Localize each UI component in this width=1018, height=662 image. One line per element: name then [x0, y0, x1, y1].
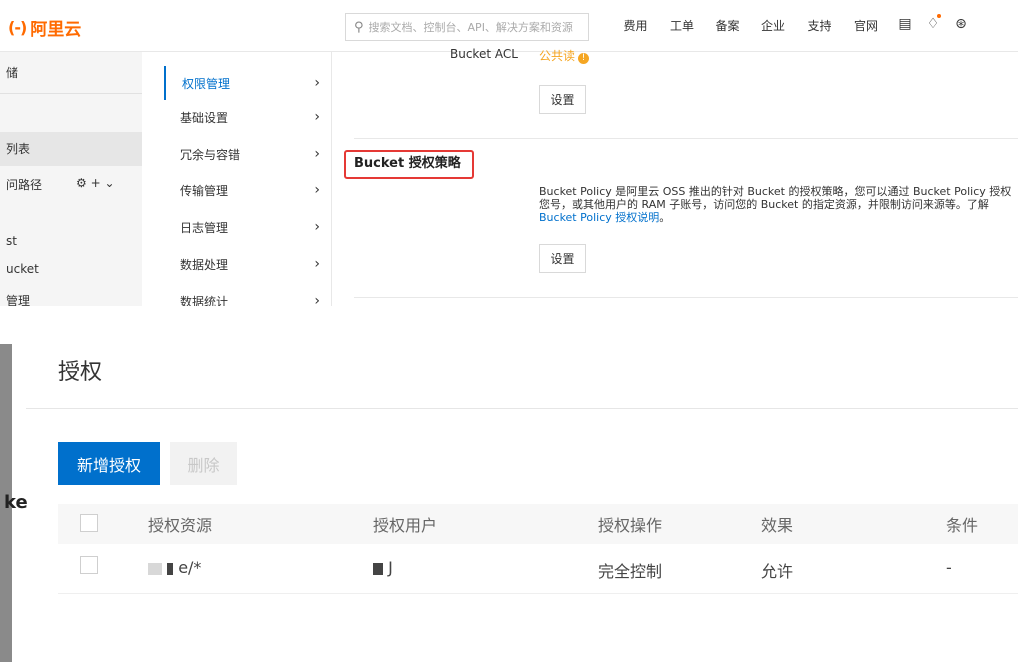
menu-item-label: 基础设置	[180, 110, 229, 125]
column-condition: 条件	[946, 516, 979, 535]
sidebar-item-bucket[interactable]: ucket	[0, 262, 142, 276]
sidebar-item-manage[interactable]: 管理	[0, 292, 142, 306]
row-action: 完全控制	[598, 562, 663, 581]
left-sidebar: 储 列表 问路径 ⚙ + ⌄ st ucket 管理	[0, 52, 142, 306]
top-icons: ▤ ♢ ⊛	[891, 14, 975, 32]
warning-icon: !	[578, 53, 590, 64]
chevron-right-icon: ›	[314, 293, 320, 306]
select-all-checkbox[interactable]	[80, 514, 98, 532]
column-user: 授权用户	[373, 516, 438, 535]
page-title: 授权	[58, 360, 103, 385]
table-header: 授权资源 授权用户 授权操作 效果 条件	[58, 504, 1018, 544]
logo-text: 阿里云	[30, 20, 82, 40]
redacted-block	[373, 562, 383, 575]
nav-icp[interactable]: 备案	[705, 17, 750, 34]
row-user: J	[373, 558, 393, 577]
policy-link-suffix: 。	[659, 211, 671, 224]
menu-item-permissions[interactable]: 权限管理 ›	[164, 66, 332, 100]
terminal-icon[interactable]: ▤	[891, 16, 919, 32]
row-effect: 允许	[761, 562, 794, 581]
acl-value: 公共读!	[539, 47, 590, 64]
policy-desc-text: Bucket Policy 是阿里云 OSS 推出的针对 Bucket 的授权策…	[539, 185, 1012, 211]
menu-item-label: 日志管理	[180, 220, 229, 235]
sidebar-path-actions: ⚙ + ⌄	[76, 176, 115, 190]
column-effect: 效果	[761, 516, 794, 535]
user-suffix: J	[388, 558, 393, 577]
bell-icon[interactable]: ♢	[919, 14, 947, 32]
bucket-settings-menu: 权限管理 › 基础设置 › 冗余与容错 › 传输管理 › 日志管理 › 数据处理 › 数据统…	[142, 52, 332, 306]
panel-gap	[0, 306, 1018, 324]
search-icon: ⚲	[354, 19, 364, 35]
delete-button: 删除	[170, 442, 237, 485]
acl-label: Bucket ACL	[450, 47, 518, 61]
menu-item-label: 冗余与容错	[180, 147, 241, 162]
search-input[interactable]: ⚲ 搜索文档、控制台、API、解决方案和资源	[345, 13, 589, 41]
nav-support[interactable]: 支持	[796, 17, 843, 34]
menu-item-label: 数据统计	[180, 294, 229, 307]
top-nav: 费用 工单 备案 企业 支持 官网	[612, 17, 889, 34]
sidebar-item-list[interactable]: 列表	[0, 132, 142, 166]
chevron-right-icon: ›	[314, 182, 320, 198]
nav-fees[interactable]: 费用	[612, 17, 659, 34]
menu-item-label: 权限管理	[182, 76, 231, 91]
chevron-right-icon: ›	[314, 109, 320, 125]
chevron-right-icon: ›	[314, 75, 320, 91]
resource-suffix: e/*	[178, 558, 202, 577]
bucket-policy-description: Bucket Policy 是阿里云 OSS 推出的针对 Bucket 的授权策…	[539, 185, 1018, 224]
acl-set-button[interactable]: 设置	[539, 85, 586, 114]
table-row: e/* J 完全控制 允许 -	[58, 546, 1018, 594]
row-resource: e/*	[148, 558, 201, 577]
redacted-block	[148, 562, 162, 575]
menu-item-label: 数据处理	[180, 257, 229, 272]
cart-icon[interactable]: ⊛	[947, 16, 975, 32]
divider	[354, 297, 1018, 298]
sidebar-item-path[interactable]: 问路径 ⚙ + ⌄	[0, 176, 142, 193]
column-action: 授权操作	[598, 516, 663, 535]
divider	[26, 408, 1018, 409]
nav-ticket[interactable]: 工单	[659, 17, 705, 34]
permissions-content: Bucket ACL 公共读! 设置 Bucket 授权策略 Bucket Po…	[332, 47, 1018, 306]
background-text: ke	[4, 492, 28, 513]
divider	[354, 138, 1018, 139]
policy-set-button[interactable]: 设置	[539, 244, 586, 273]
authorization-panel: ke 授权 新增授权 删除 授权资源 授权用户 授权操作 效果 条件 e/* J…	[0, 324, 1018, 662]
nav-website[interactable]: 官网	[843, 17, 889, 34]
sidebar-item-st[interactable]: st	[0, 234, 142, 248]
menu-item-logs[interactable]: 日志管理 ›	[164, 213, 332, 241]
acl-value-text: 公共读	[539, 49, 576, 63]
top-panel: (-) 阿里云 ⚲ 搜索文档、控制台、API、解决方案和资源 费用 工单 备案 …	[0, 0, 1018, 306]
sidebar-item-path-label: 问路径	[6, 178, 43, 192]
redacted-block	[167, 562, 174, 575]
row-checkbox[interactable]	[80, 556, 98, 574]
aliyun-logo[interactable]: (-) 阿里云	[8, 15, 81, 40]
chevron-right-icon: ›	[314, 256, 320, 272]
chevron-right-icon: ›	[314, 146, 320, 162]
sidebar-item-storage[interactable]: 储	[0, 64, 142, 81]
nav-enterprise[interactable]: 企业	[750, 17, 796, 34]
divider	[0, 93, 142, 94]
logo-mark: (-)	[8, 18, 27, 37]
menu-item-basic[interactable]: 基础设置 ›	[164, 103, 332, 131]
menu-item-redundancy[interactable]: 冗余与容错 ›	[164, 140, 332, 168]
policy-help-link[interactable]: Bucket Policy 授权说明	[539, 211, 659, 224]
menu-item-data-processing[interactable]: 数据处理 ›	[164, 250, 332, 278]
row-condition: -	[946, 558, 952, 577]
chevron-right-icon: ›	[314, 219, 320, 235]
menu-item-statistics[interactable]: 数据统计 ›	[164, 287, 332, 306]
menu-item-label: 传输管理	[180, 183, 229, 198]
column-resource: 授权资源	[148, 516, 213, 535]
menu-item-transfer[interactable]: 传输管理 ›	[164, 176, 332, 204]
add-authorization-button[interactable]: 新增授权	[58, 442, 160, 485]
search-placeholder: 搜索文档、控制台、API、解决方案和资源	[368, 21, 573, 34]
bucket-policy-title: Bucket 授权策略	[344, 150, 474, 179]
topbar: (-) 阿里云 ⚲ 搜索文档、控制台、API、解决方案和资源 费用 工单 备案 …	[0, 0, 1018, 52]
